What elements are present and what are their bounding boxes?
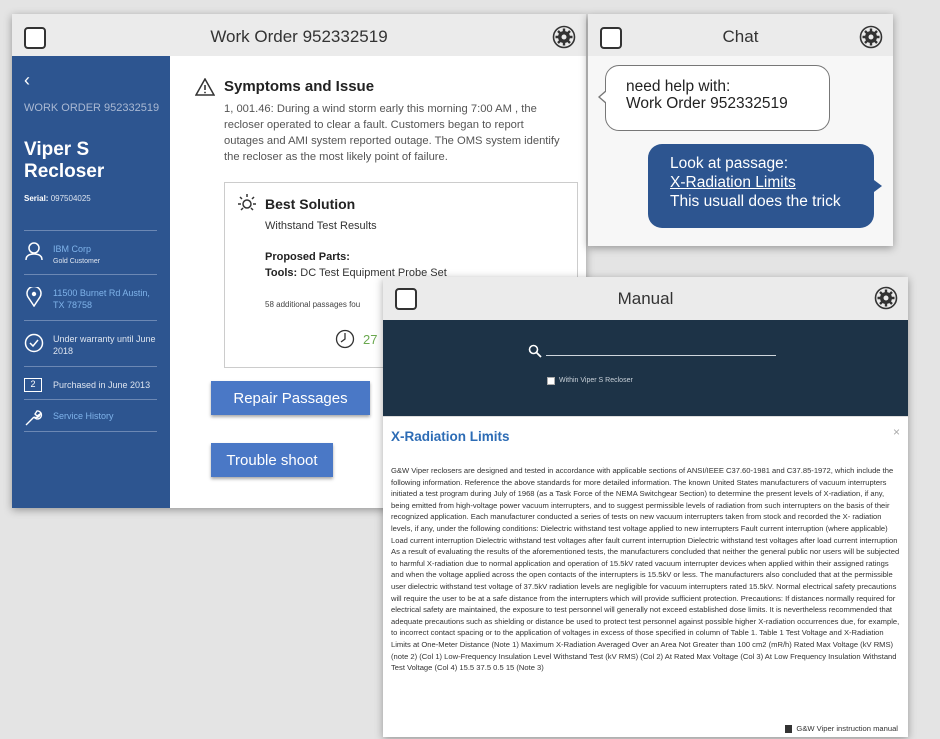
work-order-select-checkbox[interactable] (24, 27, 46, 49)
gear-icon[interactable] (874, 286, 898, 310)
search-input[interactable] (546, 355, 776, 356)
purchase-text: Purchased in June 2013 (53, 380, 151, 390)
passage-count: 27 (363, 332, 378, 347)
work-order-label: WORK ORDER 952332519 (24, 102, 160, 114)
chat-message-outgoing: Look at passage: X-Radiation Limits This… (648, 144, 882, 228)
customer-tier: Gold Customer (53, 258, 101, 265)
article-source: G&W Viper instruction manual (796, 724, 898, 733)
article-footer: G&W Viper instruction manual (785, 724, 898, 733)
gear-icon[interactable] (859, 25, 883, 49)
proposed-parts-label: Proposed Parts: (265, 251, 350, 263)
chat-message-line: This usuall does the trick (670, 193, 841, 210)
symptoms-text: 1, 001.46: During a wind storm early thi… (224, 103, 560, 163)
chat-select-checkbox[interactable] (600, 27, 622, 49)
serial-number: Serial: 097504025 (24, 194, 91, 203)
sidebar-item-customer[interactable]: IBM Corp Gold Customer (24, 230, 157, 274)
manual-title: Manual (617, 288, 674, 308)
back-button[interactable]: ‹ (24, 70, 30, 91)
manual-select-checkbox[interactable] (395, 288, 417, 310)
service-history-link[interactable]: Service History (53, 410, 157, 422)
manual-search-area: Within Viper S Recloser (383, 320, 908, 416)
chat-body: need help with: Work Order 952332519 Loo… (588, 56, 893, 246)
wrench-icon (25, 410, 43, 426)
chat-window: Chat need help with: Work Order 95233251… (588, 14, 893, 246)
trouble-shoot-button[interactable]: Trouble shoot (211, 443, 333, 477)
chat-message-incoming: need help with: Work Order 952332519 (598, 65, 830, 131)
chat-message-line: Look at passage: (670, 155, 789, 172)
passage-link[interactable]: X-Radiation Limits (670, 173, 852, 192)
article-title: X-Radiation Limits (391, 429, 510, 444)
symptoms-title: Symptoms and Issue (224, 78, 375, 95)
gear-icon[interactable] (552, 25, 576, 49)
warranty-text: Under warranty until June 2018 (53, 334, 156, 356)
sidebar-item-service-history[interactable]: Service History (24, 399, 157, 432)
person-icon (25, 242, 43, 261)
sidebar-item-warranty: Under warranty until June 2018 (24, 320, 157, 366)
chat-message-line: need help with: (626, 78, 731, 95)
work-order-title: Work Order 952332519 (210, 27, 388, 46)
chat-titlebar: Chat (588, 14, 893, 60)
chat-title: Chat (722, 27, 759, 46)
manual-window: Manual Within Viper S Recloser X-Radiati… (383, 277, 908, 737)
model-name: Viper S Recloser (24, 139, 105, 182)
within-model-label: Within Viper S Recloser (559, 377, 633, 384)
close-icon[interactable]: × (893, 425, 900, 439)
clock-icon (335, 329, 355, 349)
additional-passages-text: 58 additional passages fou (265, 300, 361, 309)
sidebar-item-purchase: 2 Purchased in June 2013 (24, 366, 157, 399)
book-icon (785, 724, 793, 733)
check-circle-icon (24, 333, 44, 353)
search-icon (528, 344, 542, 358)
sidebar-item-address[interactable]: 11500 Burnet Rd Austin, TX 78758 (24, 274, 157, 320)
manual-article: X-Radiation Limits × G&W Viper reclosers… (383, 416, 908, 737)
customer-name: IBM Corp (53, 244, 92, 254)
best-solution-title: Best Solution (265, 196, 356, 212)
location-pin-icon (26, 287, 42, 307)
article-body: G&W Viper reclosers are designed and tes… (391, 466, 900, 673)
calendar-icon: 2 (24, 378, 42, 392)
warning-icon (195, 78, 215, 96)
address-text: 11500 Burnet Rd Austin, TX 78758 (53, 288, 150, 310)
within-model-checkbox[interactable] (547, 377, 555, 385)
repair-passages-button[interactable]: Repair Passages (211, 381, 370, 415)
chat-message-line: Work Order 952332519 (626, 95, 788, 112)
best-solution-subtitle: Withstand Test Results (265, 220, 377, 232)
sidebar: ‹ WORK ORDER 952332519 Viper S Recloser … (12, 56, 170, 508)
ibm-watson-icon (238, 194, 256, 211)
work-order-titlebar: Work Order 952332519 (12, 14, 586, 60)
manual-titlebar: Manual (383, 277, 908, 320)
